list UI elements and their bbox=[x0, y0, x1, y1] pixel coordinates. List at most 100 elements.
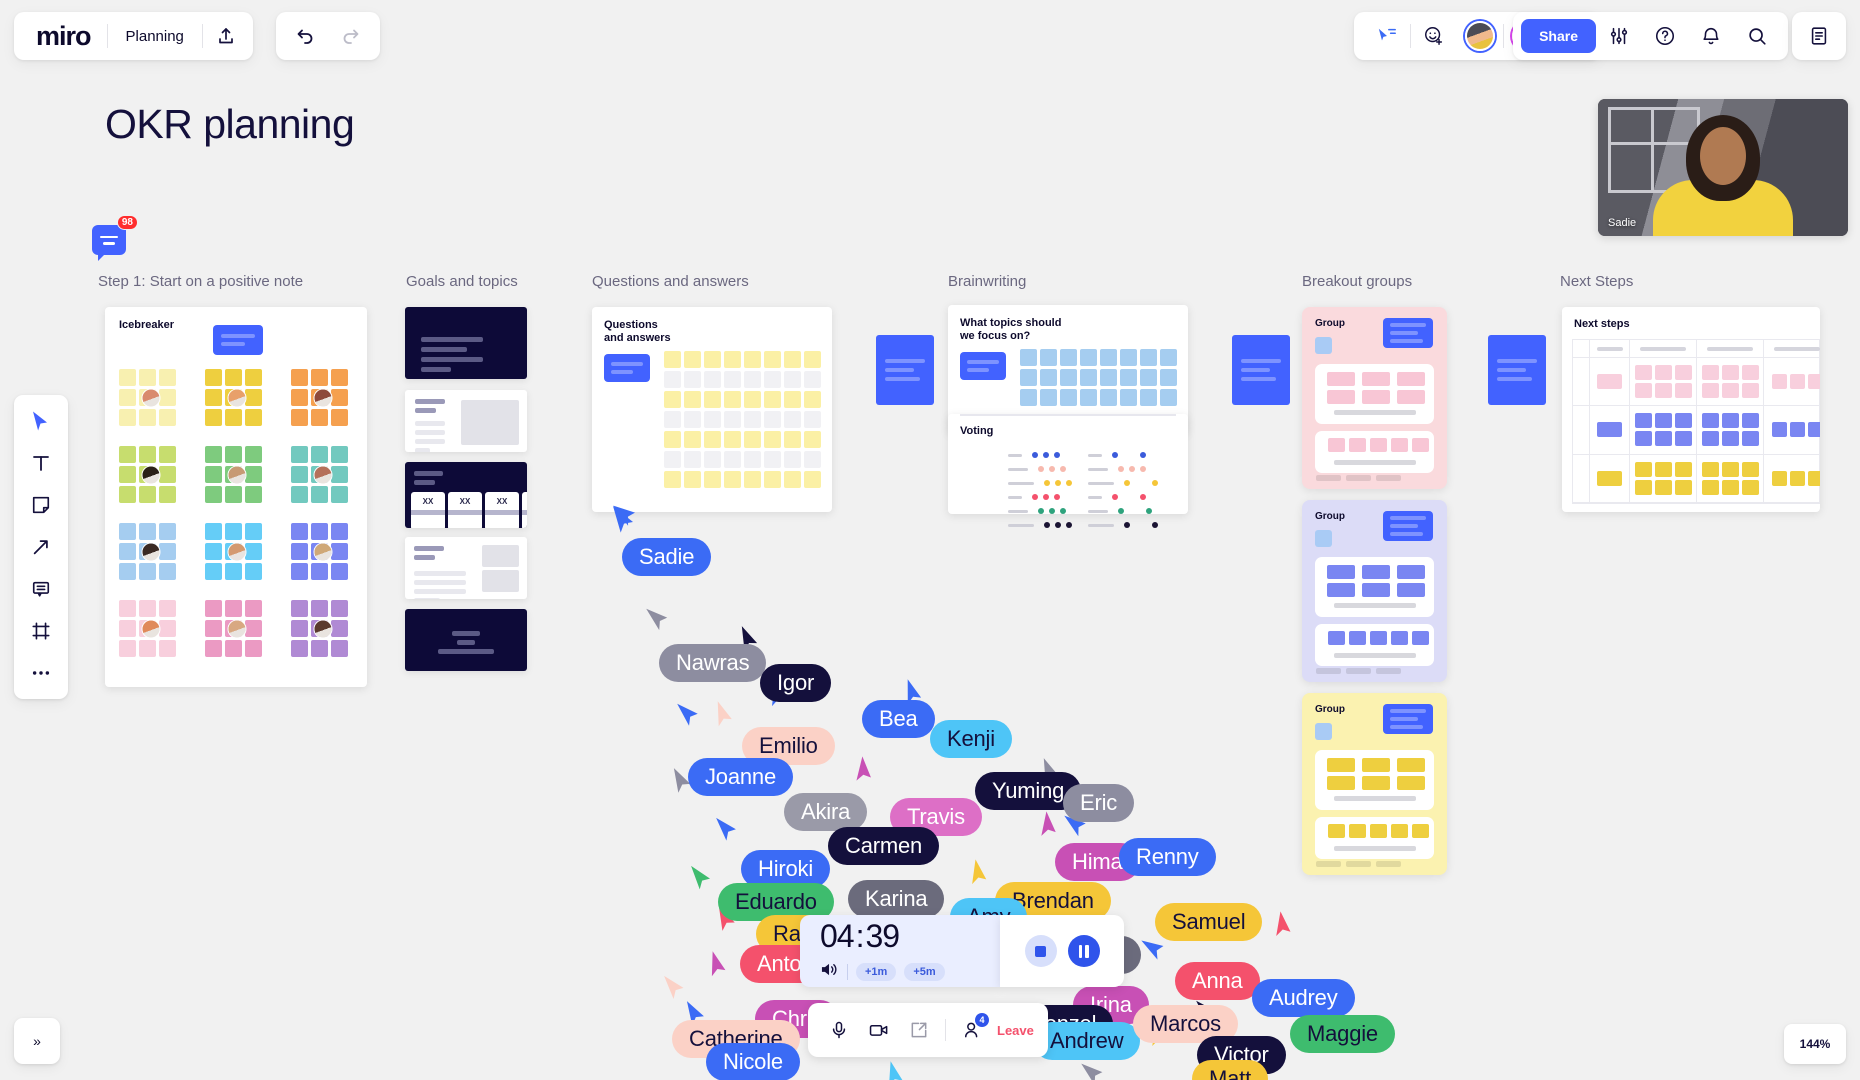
icebreaker-cluster[interactable] bbox=[205, 523, 269, 580]
sticky-row[interactable] bbox=[664, 411, 821, 428]
icebreaker-cluster[interactable] bbox=[291, 369, 355, 426]
section-label-next-steps[interactable]: Next Steps bbox=[1560, 273, 1633, 290]
icebreaker-sticky-grid[interactable] bbox=[119, 369, 355, 657]
section-label-step1[interactable]: Step 1: Start on a positive note bbox=[98, 273, 303, 290]
group-panel[interactable] bbox=[1315, 557, 1434, 617]
sticky-row[interactable] bbox=[1020, 369, 1177, 386]
page-title[interactable]: OKR planning bbox=[105, 101, 355, 148]
qa-sticky-grid[interactable] bbox=[664, 351, 821, 491]
icebreaker-cluster[interactable] bbox=[119, 523, 183, 580]
text-tool-icon[interactable] bbox=[20, 443, 62, 483]
select-tool-icon[interactable] bbox=[20, 401, 62, 441]
participants-icon[interactable]: 4 bbox=[955, 1013, 989, 1047]
section-label-questions[interactable]: Questions and answers bbox=[592, 273, 749, 290]
microphone-icon[interactable] bbox=[822, 1013, 856, 1047]
frame-tool-icon[interactable] bbox=[20, 611, 62, 651]
timer-add-5m-button[interactable]: +5m bbox=[904, 962, 945, 981]
icebreaker-cluster[interactable] bbox=[205, 369, 269, 426]
slide-thumbnail-1[interactable] bbox=[405, 307, 527, 379]
icebreaker-title: Icebreaker bbox=[119, 319, 175, 331]
arrow-tool-icon[interactable] bbox=[20, 527, 62, 567]
sticky-row[interactable] bbox=[664, 451, 821, 468]
group-blue-note[interactable] bbox=[1383, 318, 1433, 348]
timer-widget[interactable]: 04:39 +1m +5m bbox=[800, 915, 1000, 987]
video-tile[interactable]: Sadie bbox=[1598, 99, 1848, 236]
sticky-row[interactable] bbox=[664, 351, 821, 368]
icebreaker-cluster[interactable] bbox=[119, 446, 183, 503]
slide-thumbnail-3[interactable]: XX XX XX XX XX bbox=[405, 462, 527, 528]
qa-blue-note[interactable] bbox=[604, 354, 650, 382]
icebreaker-card[interactable]: Icebreaker bbox=[105, 307, 367, 687]
screen-share-icon[interactable] bbox=[902, 1013, 936, 1047]
sticky-note-tool-icon[interactable] bbox=[20, 485, 62, 525]
icebreaker-blue-note[interactable] bbox=[213, 325, 263, 355]
icebreaker-cluster[interactable] bbox=[291, 600, 355, 657]
group-blue-note[interactable] bbox=[1383, 511, 1433, 541]
icebreaker-cluster[interactable] bbox=[119, 369, 183, 426]
table-cell[interactable] bbox=[1590, 454, 1630, 503]
next-steps-table[interactable] bbox=[1572, 339, 1820, 504]
sticky-row[interactable] bbox=[664, 471, 821, 488]
breakout-group-card[interactable]: Group bbox=[1302, 693, 1447, 875]
slide-thumbnail-5[interactable] bbox=[405, 609, 527, 671]
brainwriting-sticky-grid[interactable] bbox=[1020, 349, 1177, 409]
table-cell[interactable] bbox=[1764, 455, 1820, 503]
table-cell[interactable] bbox=[1697, 406, 1764, 455]
qa-side-note[interactable] bbox=[876, 335, 934, 405]
brainwriting-side-note[interactable] bbox=[1232, 335, 1290, 405]
table-cell[interactable] bbox=[1630, 454, 1697, 503]
breakout-side-note[interactable] bbox=[1488, 335, 1546, 405]
table-cell[interactable] bbox=[1630, 406, 1697, 455]
group-panel[interactable] bbox=[1315, 364, 1434, 424]
table-cell[interactable] bbox=[1590, 406, 1630, 455]
group-panel[interactable] bbox=[1315, 817, 1434, 859]
questions-answers-card[interactable]: Questions and answers bbox=[592, 307, 832, 512]
table-cell[interactable] bbox=[1764, 358, 1820, 407]
slide-thumbnail-2[interactable] bbox=[405, 390, 527, 452]
camera-icon[interactable] bbox=[862, 1013, 896, 1047]
section-label-goals[interactable]: Goals and topics bbox=[406, 273, 518, 290]
collaborator-name-pill: Nicole bbox=[706, 1043, 800, 1080]
collaborator-name-pill: Samuel bbox=[1155, 903, 1263, 941]
section-label-breakout-groups[interactable]: Breakout groups bbox=[1302, 273, 1412, 290]
group-panel[interactable] bbox=[1315, 750, 1434, 810]
table-cell[interactable] bbox=[1630, 358, 1697, 407]
zoom-level-indicator[interactable]: 144% bbox=[1784, 1024, 1846, 1064]
group-panel[interactable] bbox=[1315, 431, 1434, 473]
sticky-row[interactable] bbox=[1020, 349, 1177, 366]
section-label-brainwriting[interactable]: Brainwriting bbox=[948, 273, 1026, 290]
board-canvas[interactable]: OKR planning 98 Step 1: Start on a posit… bbox=[0, 0, 1860, 1080]
leave-call-button[interactable]: Leave bbox=[997, 1023, 1034, 1038]
table-cell[interactable] bbox=[1697, 454, 1764, 503]
timer-add-1m-button[interactable]: +1m bbox=[856, 962, 897, 981]
slide-thumbnail-4[interactable] bbox=[405, 537, 527, 599]
timer-stop-button[interactable] bbox=[1024, 935, 1057, 967]
group-blue-note[interactable] bbox=[1383, 704, 1433, 734]
icebreaker-cluster[interactable] bbox=[119, 600, 183, 657]
comment-tool-icon[interactable] bbox=[20, 569, 62, 609]
sticky-row[interactable] bbox=[664, 431, 821, 448]
icebreaker-cluster[interactable] bbox=[205, 446, 269, 503]
table-cell[interactable] bbox=[1764, 406, 1820, 455]
breakout-group-card[interactable]: Group bbox=[1302, 500, 1447, 682]
icebreaker-cluster[interactable] bbox=[291, 523, 355, 580]
icebreaker-cluster[interactable] bbox=[291, 446, 355, 503]
sticky-row[interactable] bbox=[664, 371, 821, 388]
timer-pause-button[interactable] bbox=[1067, 935, 1100, 967]
comment-thread-pin[interactable]: 98 bbox=[92, 215, 138, 261]
table-cell[interactable] bbox=[1590, 358, 1630, 407]
icebreaker-cluster[interactable] bbox=[205, 600, 269, 657]
voting-card[interactable]: Voting bbox=[948, 414, 1188, 528]
collaborator-name-pill: Audrey bbox=[1252, 979, 1355, 1017]
group-panel[interactable] bbox=[1315, 624, 1434, 666]
brainwriting-blue-note[interactable] bbox=[960, 352, 1006, 380]
table-cell[interactable] bbox=[1697, 358, 1764, 407]
sticky-row[interactable] bbox=[1020, 389, 1177, 406]
timer-sound-icon[interactable] bbox=[820, 961, 839, 983]
miro-board-app: miro Planning Share OKR planning 98 Step… bbox=[0, 0, 1860, 1080]
next-steps-card[interactable]: Next steps bbox=[1562, 307, 1820, 512]
collapse-panel-button[interactable]: » bbox=[14, 1018, 60, 1064]
breakout-group-card[interactable]: Group bbox=[1302, 307, 1447, 489]
sticky-row[interactable] bbox=[664, 391, 821, 408]
more-tools-icon[interactable] bbox=[20, 653, 62, 693]
